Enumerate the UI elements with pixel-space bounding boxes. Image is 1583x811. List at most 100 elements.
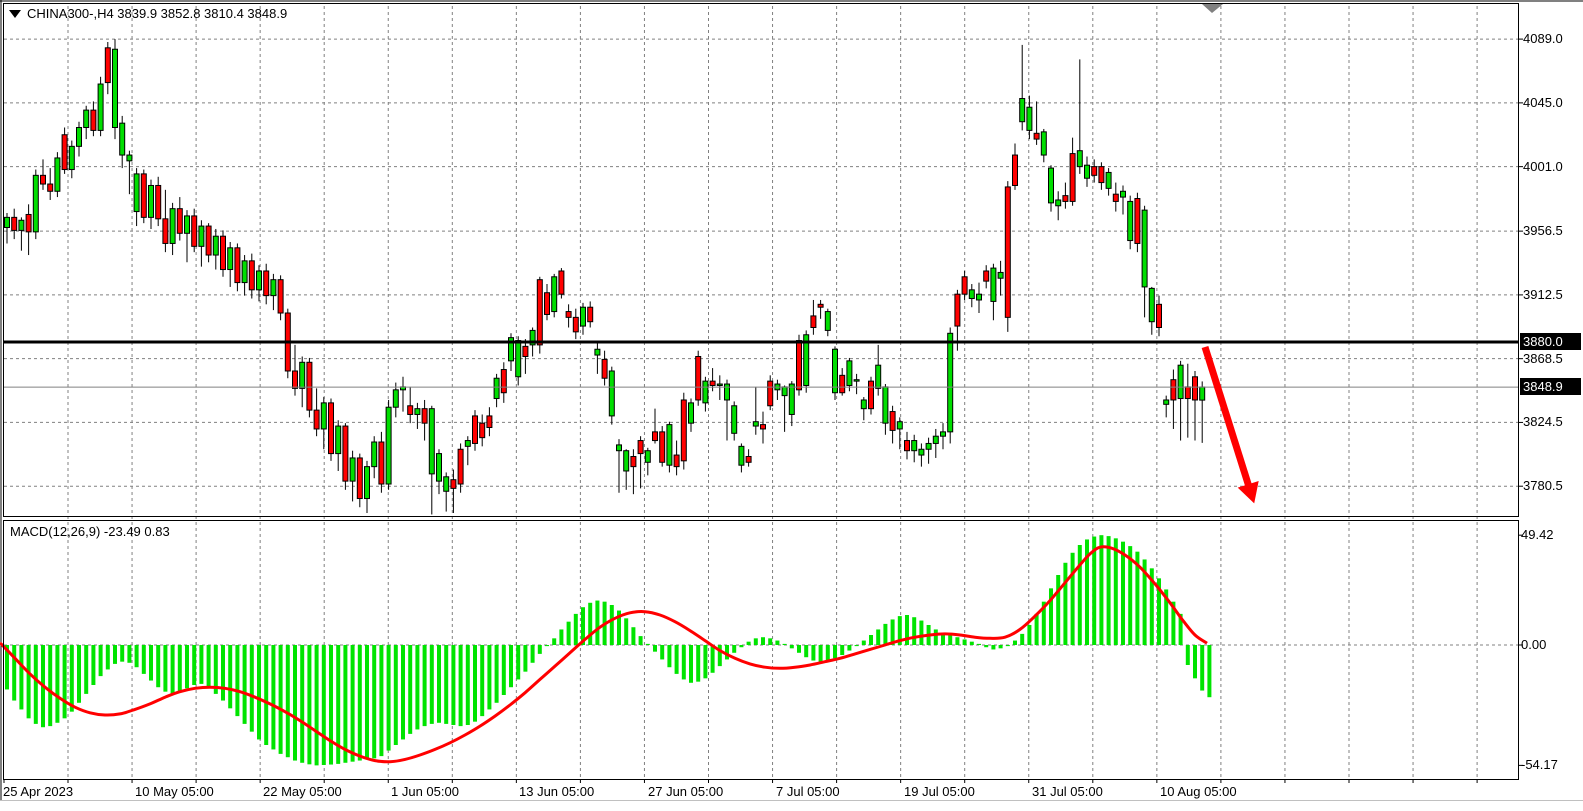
price-axis-label: 4001.0 [1523, 159, 1563, 175]
macd-histogram-bar [977, 644, 981, 645]
macd-histogram-bar [610, 605, 614, 645]
candle-body [264, 271, 269, 296]
macd-histogram-bar [689, 645, 693, 683]
candle-body [1149, 288, 1154, 321]
macd-histogram-bar [984, 645, 988, 647]
macd-histogram-bar [84, 645, 88, 694]
candle-body [1077, 151, 1082, 167]
candle-body [1185, 387, 1190, 399]
macd-histogram-bar [1107, 536, 1111, 645]
candle-body [257, 271, 262, 290]
macd-histogram-bar [106, 645, 110, 669]
macd-histogram-bar [574, 614, 578, 645]
candle-body [379, 442, 384, 484]
macd-histogram-bar [271, 645, 275, 749]
horizontal-level-line[interactable] [4, 341, 1518, 344]
candle-body [602, 359, 607, 378]
candle-body [113, 49, 118, 127]
macd-histogram-bar [113, 645, 117, 664]
candle-body [825, 312, 830, 331]
candle-body [1034, 133, 1039, 139]
symbol-marker-icon[interactable] [9, 10, 21, 18]
candle-body [1121, 191, 1126, 197]
candle-body [696, 356, 701, 399]
candle-body [12, 217, 17, 230]
macd-indicator-label: MACD(12,26,9) -23.49 0.83 [10, 524, 170, 540]
macd-histogram-bar [1099, 535, 1103, 645]
candle-body [588, 307, 593, 321]
candle-body [840, 375, 845, 392]
macd-histogram-bar [559, 629, 563, 645]
macd-histogram-bar [869, 635, 873, 645]
macd-histogram-bar [516, 645, 520, 679]
price-axis-label: 3780.5 [1523, 478, 1563, 494]
time-axis-label: 7 Jul 05:00 [776, 784, 840, 799]
macd-histogram-bar [768, 638, 772, 645]
candle-body [1020, 99, 1025, 122]
time-axis-label: 1 Jun 05:00 [391, 784, 459, 799]
candle-body [789, 384, 794, 414]
candle-body [213, 236, 218, 255]
macd-histogram-bar [19, 645, 23, 709]
macd-histogram-bar [1200, 645, 1204, 691]
macd-histogram-bar [1020, 634, 1024, 645]
candle-body [408, 406, 413, 415]
candle-body [905, 441, 910, 451]
macd-histogram-bar [70, 645, 74, 712]
macd-histogram-bar [552, 638, 556, 645]
macd-histogram-bar [466, 645, 470, 725]
candle-body [300, 362, 305, 388]
macd-histogram-bar [307, 645, 311, 764]
macd-histogram-bar [1207, 645, 1211, 697]
candle-body [717, 384, 722, 385]
candle-body [228, 248, 233, 270]
macd-histogram-bar [502, 645, 506, 695]
candle-body [1085, 165, 1090, 178]
candle-body [501, 370, 506, 393]
macd-histogram-bar [473, 645, 477, 722]
macd-histogram-bar [135, 645, 139, 667]
price-axis-label: 3912.5 [1523, 287, 1563, 303]
candle-body [962, 277, 967, 294]
candle-body [1142, 210, 1147, 287]
candle-body [192, 216, 197, 246]
macd-histogram-bar [797, 645, 801, 653]
macd-histogram-bar [358, 645, 362, 761]
price-axis-label: 3824.5 [1523, 414, 1563, 430]
macd-histogram-bar [178, 645, 182, 692]
candle-body [307, 362, 312, 410]
candle-body [1041, 132, 1046, 155]
candle-body [350, 458, 355, 481]
candle-body [372, 442, 377, 467]
candle-body [617, 445, 622, 451]
candle-body [818, 304, 823, 307]
candle-body [163, 219, 168, 244]
candle-body [321, 403, 326, 429]
macd-histogram-bar [55, 645, 59, 723]
candle-body [1005, 187, 1010, 317]
candle-body [1164, 400, 1169, 404]
macd-histogram-bar [682, 645, 686, 679]
candle-body [1128, 201, 1133, 240]
macd-histogram-bar [840, 645, 844, 655]
macd-histogram-bar [761, 637, 765, 645]
macd-histogram-bar [286, 645, 290, 757]
time-axis-label: 25 Apr 2023 [3, 784, 73, 799]
macd-histogram-bar [1027, 625, 1031, 645]
candle-body [782, 387, 787, 396]
candle-body [926, 443, 931, 449]
candle-body [984, 271, 989, 281]
macd-histogram-bar [163, 645, 167, 692]
candle-body [1056, 200, 1061, 206]
candle-body [48, 184, 53, 191]
price-axis-label: 3956.5 [1523, 223, 1563, 239]
candle-body [847, 361, 852, 386]
macd-histogram-bar [120, 645, 124, 662]
chart-canvas[interactable] [0, 0, 1583, 811]
macd-histogram-bar [991, 645, 995, 649]
macd-histogram-bar [754, 638, 758, 645]
macd-histogram-bar [588, 603, 592, 645]
candle-body [69, 146, 74, 169]
macd-histogram-bar [401, 645, 405, 739]
time-axis-label: 31 Jul 05:00 [1032, 784, 1103, 799]
